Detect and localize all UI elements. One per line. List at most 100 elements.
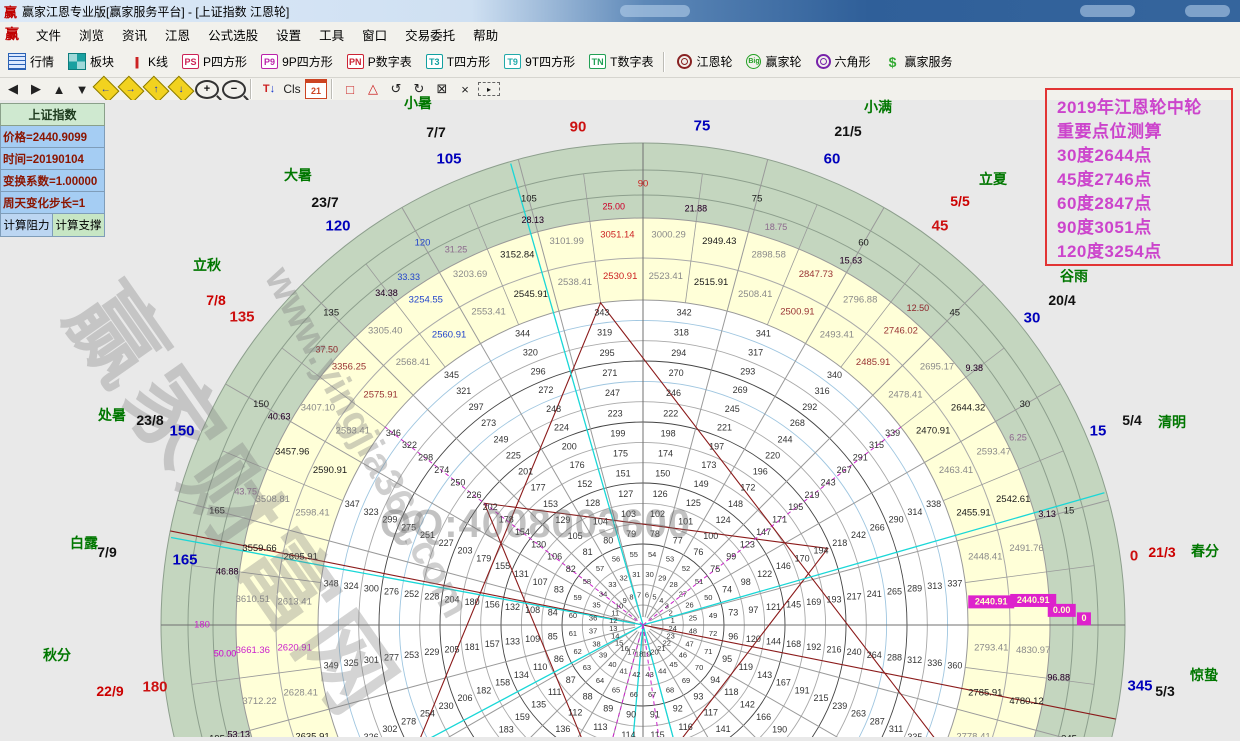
svg-text:31: 31 [632,570,640,579]
tool-cross-tool[interactable]: × [455,80,475,98]
svg-text:244: 244 [777,434,792,444]
tool-scroll-left[interactable]: ◀ [3,80,23,98]
svg-text:294: 294 [671,348,686,358]
svg-text:345: 345 [444,370,459,380]
menu-item-0[interactable]: 文件 [27,23,70,46]
svg-text:272: 272 [538,385,553,395]
tool-rotate-cw[interactable]: ↻ [409,80,429,98]
svg-text:193: 193 [826,594,841,604]
svg-text:168: 168 [786,639,801,649]
menu-item-3[interactable]: 江恩 [156,23,199,46]
toolbar-button-sectors[interactable]: 板块 [62,51,120,72]
tool-zoom-in[interactable]: + [195,80,219,99]
calc-support-button[interactable]: 计算支撑 [53,214,105,237]
svg-text:75: 75 [752,194,763,205]
menu-item-7[interactable]: 窗口 [353,23,396,46]
tool-page-up[interactable]: ▲ [49,80,69,98]
svg-text:39: 39 [599,651,607,660]
tool-select-tool[interactable]: ▸ [478,82,500,96]
toolbar-button-9t-square[interactable]: T99T四方形 [498,51,581,72]
svg-text:45: 45 [950,308,961,319]
menu-item-5[interactable]: 设置 [267,23,310,46]
svg-text:90: 90 [638,179,649,190]
tool-fit-box[interactable]: ⊠ [432,80,452,98]
menu-item-2[interactable]: 资讯 [113,23,156,46]
svg-text:25.00: 25.00 [603,201,626,211]
svg-text:93: 93 [693,692,703,702]
tool-time-scale[interactable]: T↓ [259,80,279,98]
svg-text:142: 142 [740,699,755,709]
toolbar-separator [663,52,665,72]
svg-text:155: 155 [495,561,510,571]
menu-item-1[interactable]: 浏览 [70,23,113,46]
tool-zoom-out[interactable]: − [222,80,246,99]
menu-item-4[interactable]: 公式选股 [199,23,267,46]
kline-icon: || [128,54,144,69]
svg-text:2593.47: 2593.47 [977,447,1011,458]
tool-pan-up[interactable]: ↑ [143,76,170,103]
svg-text:3508.81: 3508.81 [256,494,290,505]
svg-text:296: 296 [531,366,546,376]
svg-text:25: 25 [689,613,697,622]
tool-draw-rect[interactable]: □ [340,80,360,98]
tool-pan-down[interactable]: ↓ [168,76,195,103]
winner-service-icon: $ [885,54,901,69]
svg-text:317: 317 [748,347,763,357]
titlebar-smudge [620,5,690,17]
tool-cls-button[interactable]: Cls [282,80,302,98]
svg-text:38: 38 [592,639,600,648]
instrument-name: 上证指数 [0,103,105,126]
tool-calendar[interactable]: 21 [305,79,327,99]
svg-text:43: 43 [645,670,653,679]
svg-text:3457.96: 3457.96 [275,447,309,458]
toolbar-button-kline[interactable]: ||K线 [122,51,174,72]
tool-pan-left[interactable]: ← [93,76,120,103]
toolbar-button-p-square[interactable]: PSP四方形 [176,51,253,72]
svg-text:90: 90 [626,710,636,720]
svg-text:342: 342 [677,307,692,317]
svg-text:291: 291 [853,453,868,463]
svg-text:2746.02: 2746.02 [884,326,918,337]
svg-text:248: 248 [546,404,561,414]
svg-text:292: 292 [802,402,817,412]
toolbar-button-9p-square[interactable]: P99P四方形 [255,51,339,72]
toolbar-button-winner-service[interactable]: $赢家服务 [879,51,959,72]
svg-text:150: 150 [655,469,670,479]
toolbar-button-quotes[interactable]: 行情 [2,51,60,72]
svg-text:151: 151 [616,469,631,479]
svg-text:183: 183 [499,724,514,734]
svg-text:3610.51: 3610.51 [236,594,270,605]
svg-text:28: 28 [669,580,677,589]
svg-text:27: 27 [679,589,687,598]
menu-item-9[interactable]: 帮助 [464,23,507,46]
svg-text:156: 156 [485,600,500,610]
toolbar-button-gann-wheel[interactable]: 江恩轮 [671,51,738,72]
svg-text:69: 69 [682,676,690,685]
svg-text:174: 174 [658,449,673,459]
tool-rotate-ccw[interactable]: ↺ [386,80,406,98]
toolbar-button-hexagon[interactable]: 六角形 [810,51,877,72]
svg-text:298: 298 [418,453,433,463]
toolbar-button-t-number-table[interactable]: TNT数字表 [583,51,659,72]
toolbar-button-t-square[interactable]: T3T四方形 [420,51,496,72]
tool-pan-right[interactable]: → [118,76,145,103]
svg-text:200: 200 [562,441,577,451]
svg-text:49: 49 [709,611,717,620]
svg-text:103: 103 [621,509,636,519]
svg-text:251: 251 [420,530,435,540]
tool-draw-triangle[interactable]: △ [363,80,383,98]
toolbar-label-hexagon: 六角形 [835,53,871,70]
tool-scroll-right[interactable]: ▶ [26,80,46,98]
toolbar-button-p-number-table[interactable]: PNP数字表 [341,51,418,72]
svg-text:345: 345 [1061,734,1077,737]
svg-text:159: 159 [515,712,530,722]
svg-text:66: 66 [630,690,638,699]
tool-page-down[interactable]: ▼ [72,80,92,98]
svg-text:3051.14: 3051.14 [600,229,634,240]
svg-text:67: 67 [648,690,656,699]
menu-item-6[interactable]: 工具 [310,23,353,46]
calc-resistance-button[interactable]: 计算阻力 [0,214,53,237]
svg-text:337: 337 [947,578,962,588]
menu-item-8[interactable]: 交易委托 [396,23,464,46]
toolbar-button-winner-wheel[interactable]: Big赢家轮 [740,51,807,72]
